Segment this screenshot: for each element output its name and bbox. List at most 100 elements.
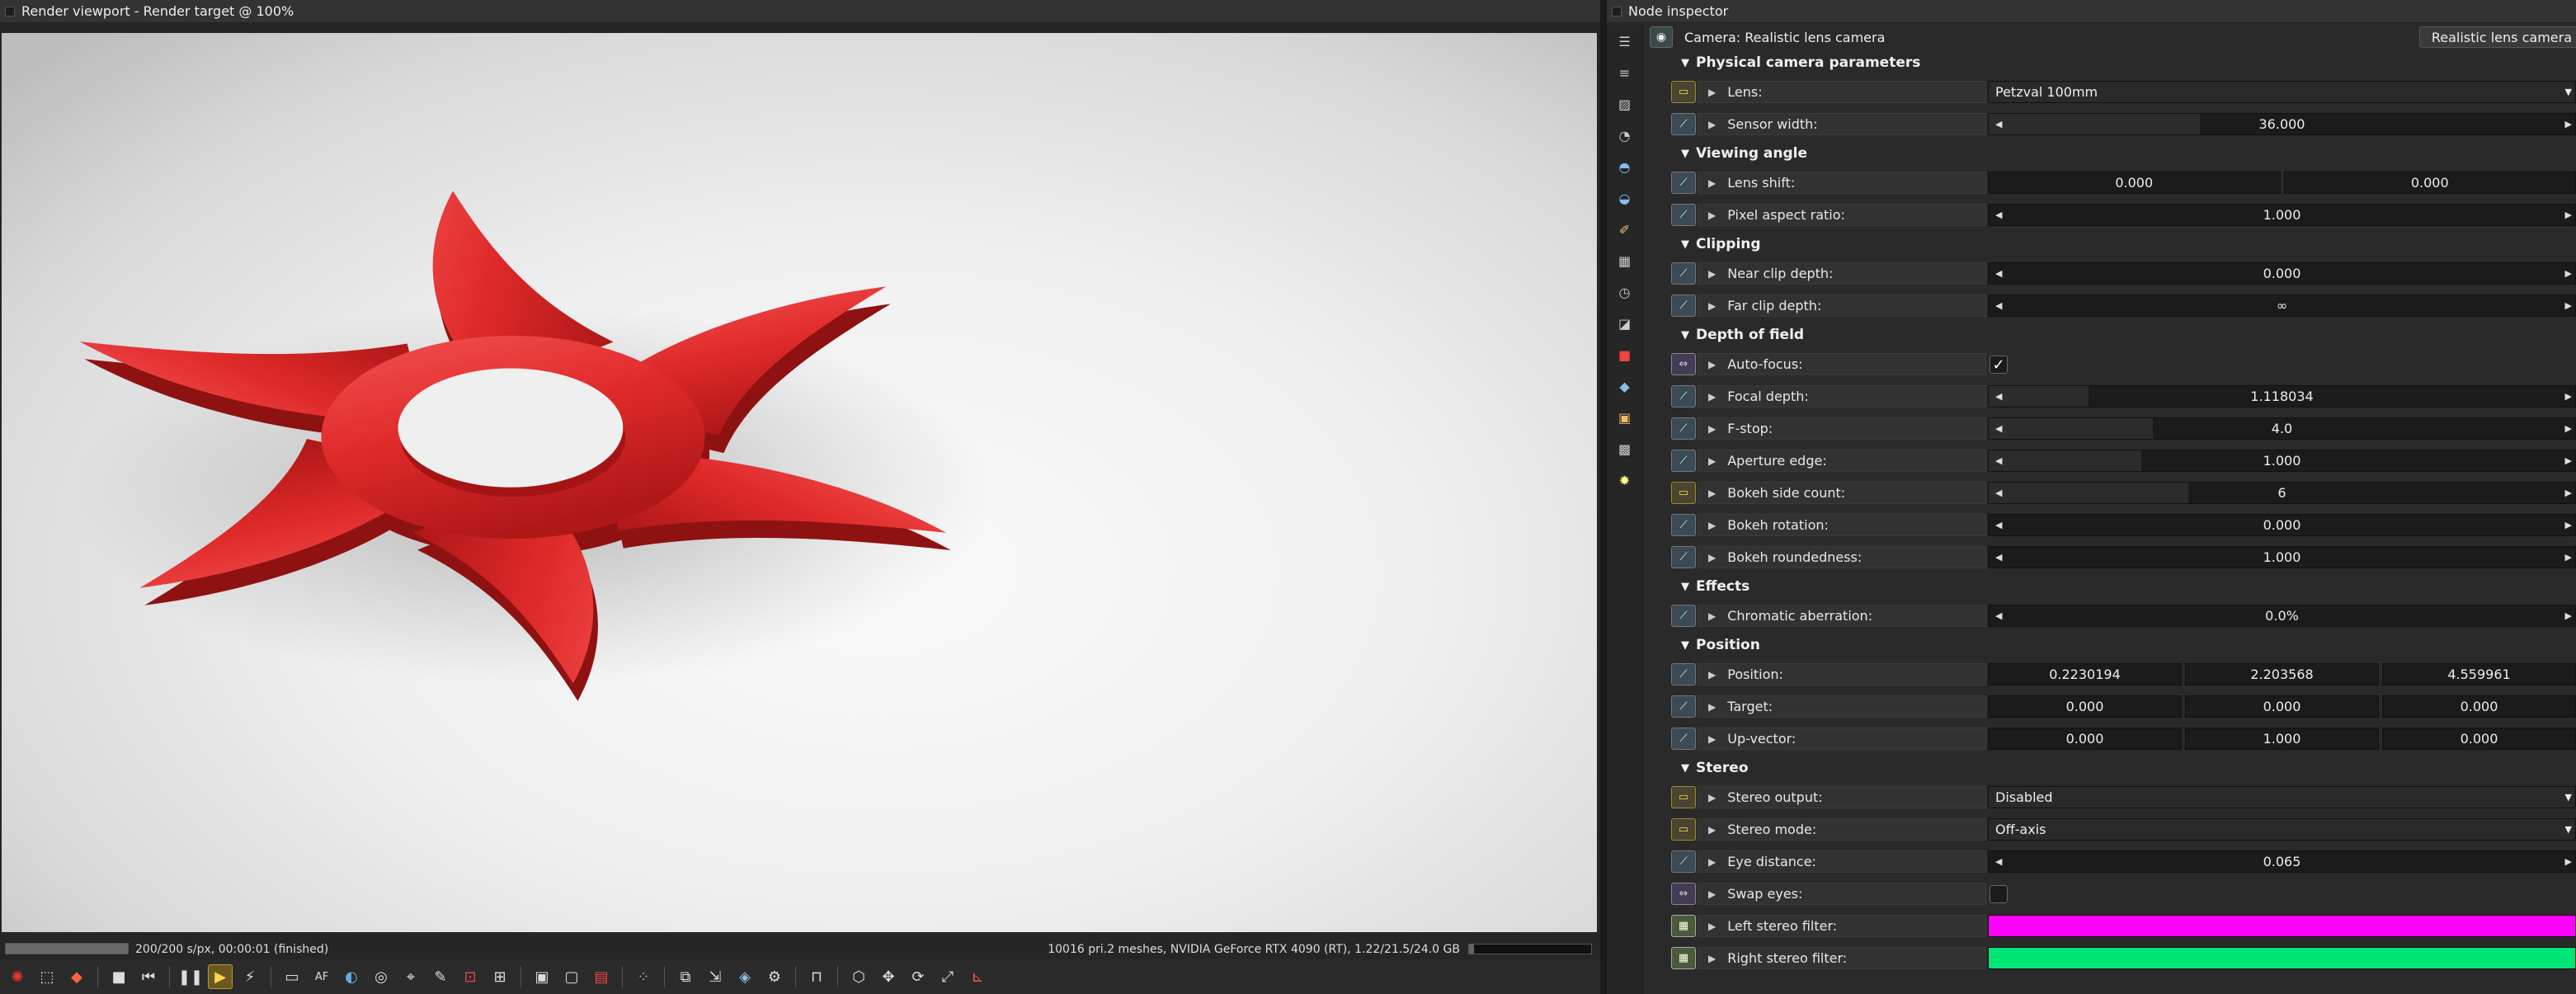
cube-icon[interactable]: ⬡ [846, 964, 871, 989]
lens-shift-x[interactable]: 0.000 [1988, 172, 2281, 194]
brush-icon[interactable]: ✐ [1614, 219, 1636, 240]
material-picker-icon[interactable]: ◎ [369, 964, 393, 989]
right-filter-color-swatch[interactable] [1988, 947, 2576, 969]
image-icon[interactable]: ▨ [1614, 93, 1636, 115]
material-icon[interactable]: ■ [1614, 344, 1636, 365]
arrow-left-icon[interactable]: ◀ [1995, 856, 2002, 867]
texture-pin-icon[interactable]: ▦ [1671, 947, 1696, 969]
expand-icon[interactable]: ▶ [1708, 520, 1716, 531]
texture-icon[interactable]: ▣ [1614, 407, 1636, 428]
pin-icon[interactable]: ⟋ [1671, 417, 1696, 440]
bokeh-rotation-slider[interactable]: ◀ 0.000 ▶ [1988, 514, 2576, 536]
auto-focus-checkbox[interactable]: ✓ [1990, 356, 2008, 374]
restart-icon[interactable]: ⏮ [136, 964, 161, 989]
target-z[interactable]: 0.000 [2382, 695, 2576, 718]
pause-icon[interactable]: ❚❚ [178, 964, 203, 989]
focal-depth-slider[interactable]: ◀ 1.118034 ▶ [1988, 385, 2576, 407]
expand-icon[interactable]: ▶ [1708, 953, 1716, 964]
arrow-right-icon[interactable]: ▶ [2565, 391, 2572, 402]
arrow-left-icon[interactable]: ◀ [1995, 119, 2002, 130]
clock-icon[interactable]: ◷ [1614, 281, 1636, 303]
fit-icon[interactable]: ⤢ [935, 964, 960, 989]
expand-icon[interactable]: ▶ [1708, 552, 1716, 563]
play-icon[interactable]: ▶ [208, 964, 233, 989]
env-icon[interactable]: ◓ [1614, 156, 1636, 177]
object-picker-icon[interactable]: ⌖ [398, 964, 423, 989]
expand-icon[interactable]: ▶ [1708, 359, 1716, 370]
arrow-left-icon[interactable]: ◀ [1995, 520, 2002, 530]
expand-icon[interactable]: ▶ [1708, 391, 1716, 403]
section-viewing-angle[interactable]: ▼ Viewing angle [1646, 140, 2576, 167]
pin-icon[interactable]: ▭ [1671, 482, 1696, 504]
section-physical-camera[interactable]: ▼ Physical camera parameters [1646, 49, 2576, 76]
expand-icon[interactable]: ▶ [1708, 733, 1716, 745]
pin-icon[interactable]: ⟋ [1671, 450, 1696, 472]
aperture-edge-slider[interactable]: ◀ 1.000 ▶ [1988, 450, 2576, 472]
collapse-triangle-icon[interactable]: ▼ [1681, 639, 1689, 652]
lock-icon[interactable]: ⊓ [804, 964, 829, 989]
focus-picker-icon[interactable]: ⊡ [458, 964, 483, 989]
light-picker-icon[interactable]: ✎ [428, 964, 453, 989]
texture-pin-icon[interactable]: ▦ [1671, 915, 1696, 937]
arrow-right-icon[interactable]: ▶ [2565, 552, 2572, 563]
arrow-right-icon[interactable]: ▶ [2565, 520, 2572, 530]
rotate-icon[interactable]: ⟳ [906, 964, 930, 989]
up-vector-z[interactable]: 0.000 [2382, 728, 2576, 750]
section-clipping[interactable]: ▼ Clipping [1646, 231, 2576, 257]
collapse-icon[interactable]: ≡ [1614, 62, 1636, 83]
pin-icon[interactable]: ⟋ [1671, 262, 1696, 285]
stop-icon[interactable]: ■ [106, 964, 131, 989]
camera-icon[interactable]: ⊞ [487, 964, 512, 989]
picture-icon[interactable]: ▩ [1614, 438, 1636, 459]
section-position[interactable]: ▼ Position [1646, 632, 2576, 658]
expand-icon[interactable]: ▶ [1708, 824, 1716, 836]
arrow-right-icon[interactable]: ▶ [2565, 268, 2572, 279]
lens-dropdown[interactable]: Petzval 100mm ▼ [1988, 81, 2576, 103]
arrow-left-icon[interactable]: ◀ [1995, 610, 2002, 621]
expand-icon[interactable]: ▶ [1708, 488, 1716, 499]
pin-icon[interactable]: ⟋ [1671, 172, 1696, 194]
expand-icon[interactable]: ▶ [1708, 921, 1716, 932]
picker-icon[interactable]: ▤ [589, 964, 614, 989]
arrow-left-icon[interactable]: ◀ [1995, 268, 2002, 279]
octane-logo-icon[interactable]: ✺ [5, 964, 30, 989]
left-filter-color-swatch[interactable] [1988, 915, 2576, 937]
collapse-triangle-icon[interactable]: ▼ [1681, 57, 1689, 69]
arrow-right-icon[interactable]: ▶ [2565, 300, 2572, 311]
camera-node-icon[interactable]: ◔ [1614, 125, 1636, 146]
arrow-right-icon[interactable]: ▶ [2565, 423, 2572, 434]
pin-icon[interactable]: ⟋ [1671, 695, 1696, 718]
pin-icon[interactable]: ⟋ [1671, 294, 1696, 317]
target-x[interactable]: 0.000 [1988, 695, 2182, 718]
pin-icon[interactable]: ⟋ [1671, 204, 1696, 226]
collapse-triangle-icon[interactable]: ▼ [1681, 238, 1689, 251]
pin-icon[interactable]: ⟋ [1671, 663, 1696, 685]
pixel-aspect-slider[interactable]: ◀ 1.000 ▶ [1988, 204, 2576, 226]
pin-icon[interactable]: ⇔ [1671, 883, 1696, 905]
arrow-left-icon[interactable]: ◀ [1995, 423, 2002, 434]
arrow-right-icon[interactable]: ▶ [2565, 455, 2572, 466]
panel-grip-icon[interactable] [5, 6, 15, 16]
panel-splitter[interactable] [1600, 0, 1607, 994]
expand-icon[interactable]: ▶ [1708, 210, 1716, 221]
expand-icon[interactable]: ▶ [1708, 792, 1716, 803]
arrow-left-icon[interactable]: ◀ [1995, 455, 2002, 466]
expand-icon[interactable]: ▶ [1708, 701, 1716, 713]
arrow-right-icon[interactable]: ▶ [2565, 210, 2572, 220]
viewport-icon[interactable]: ▣ [530, 964, 554, 989]
kernel-icon[interactable]: ◒ [1614, 187, 1636, 209]
arrow-right-icon[interactable]: ▶ [2565, 610, 2572, 621]
arrow-right-icon[interactable]: ▶ [2565, 119, 2572, 130]
arrow-left-icon[interactable]: ◀ [1995, 391, 2002, 402]
node-type-button[interactable]: Realistic lens camera [2418, 26, 2576, 48]
bokeh-sides-slider[interactable]: ◀ 6 ▶ [1988, 482, 2576, 504]
arrow-left-icon[interactable]: ◀ [1995, 552, 2002, 563]
geometry-icon[interactable]: ◆ [1614, 375, 1636, 397]
expand-icon[interactable]: ▶ [1708, 888, 1716, 900]
expand-icon[interactable]: ▶ [1708, 669, 1716, 681]
bake-icon[interactable]: ⚙ [762, 964, 787, 989]
pin-icon[interactable]: ⟋ [1671, 113, 1696, 135]
pin-icon[interactable]: ⟋ [1671, 728, 1696, 750]
settings-icon[interactable]: ▦ [1614, 250, 1636, 271]
clay-icon[interactable]: ▢ [559, 964, 584, 989]
